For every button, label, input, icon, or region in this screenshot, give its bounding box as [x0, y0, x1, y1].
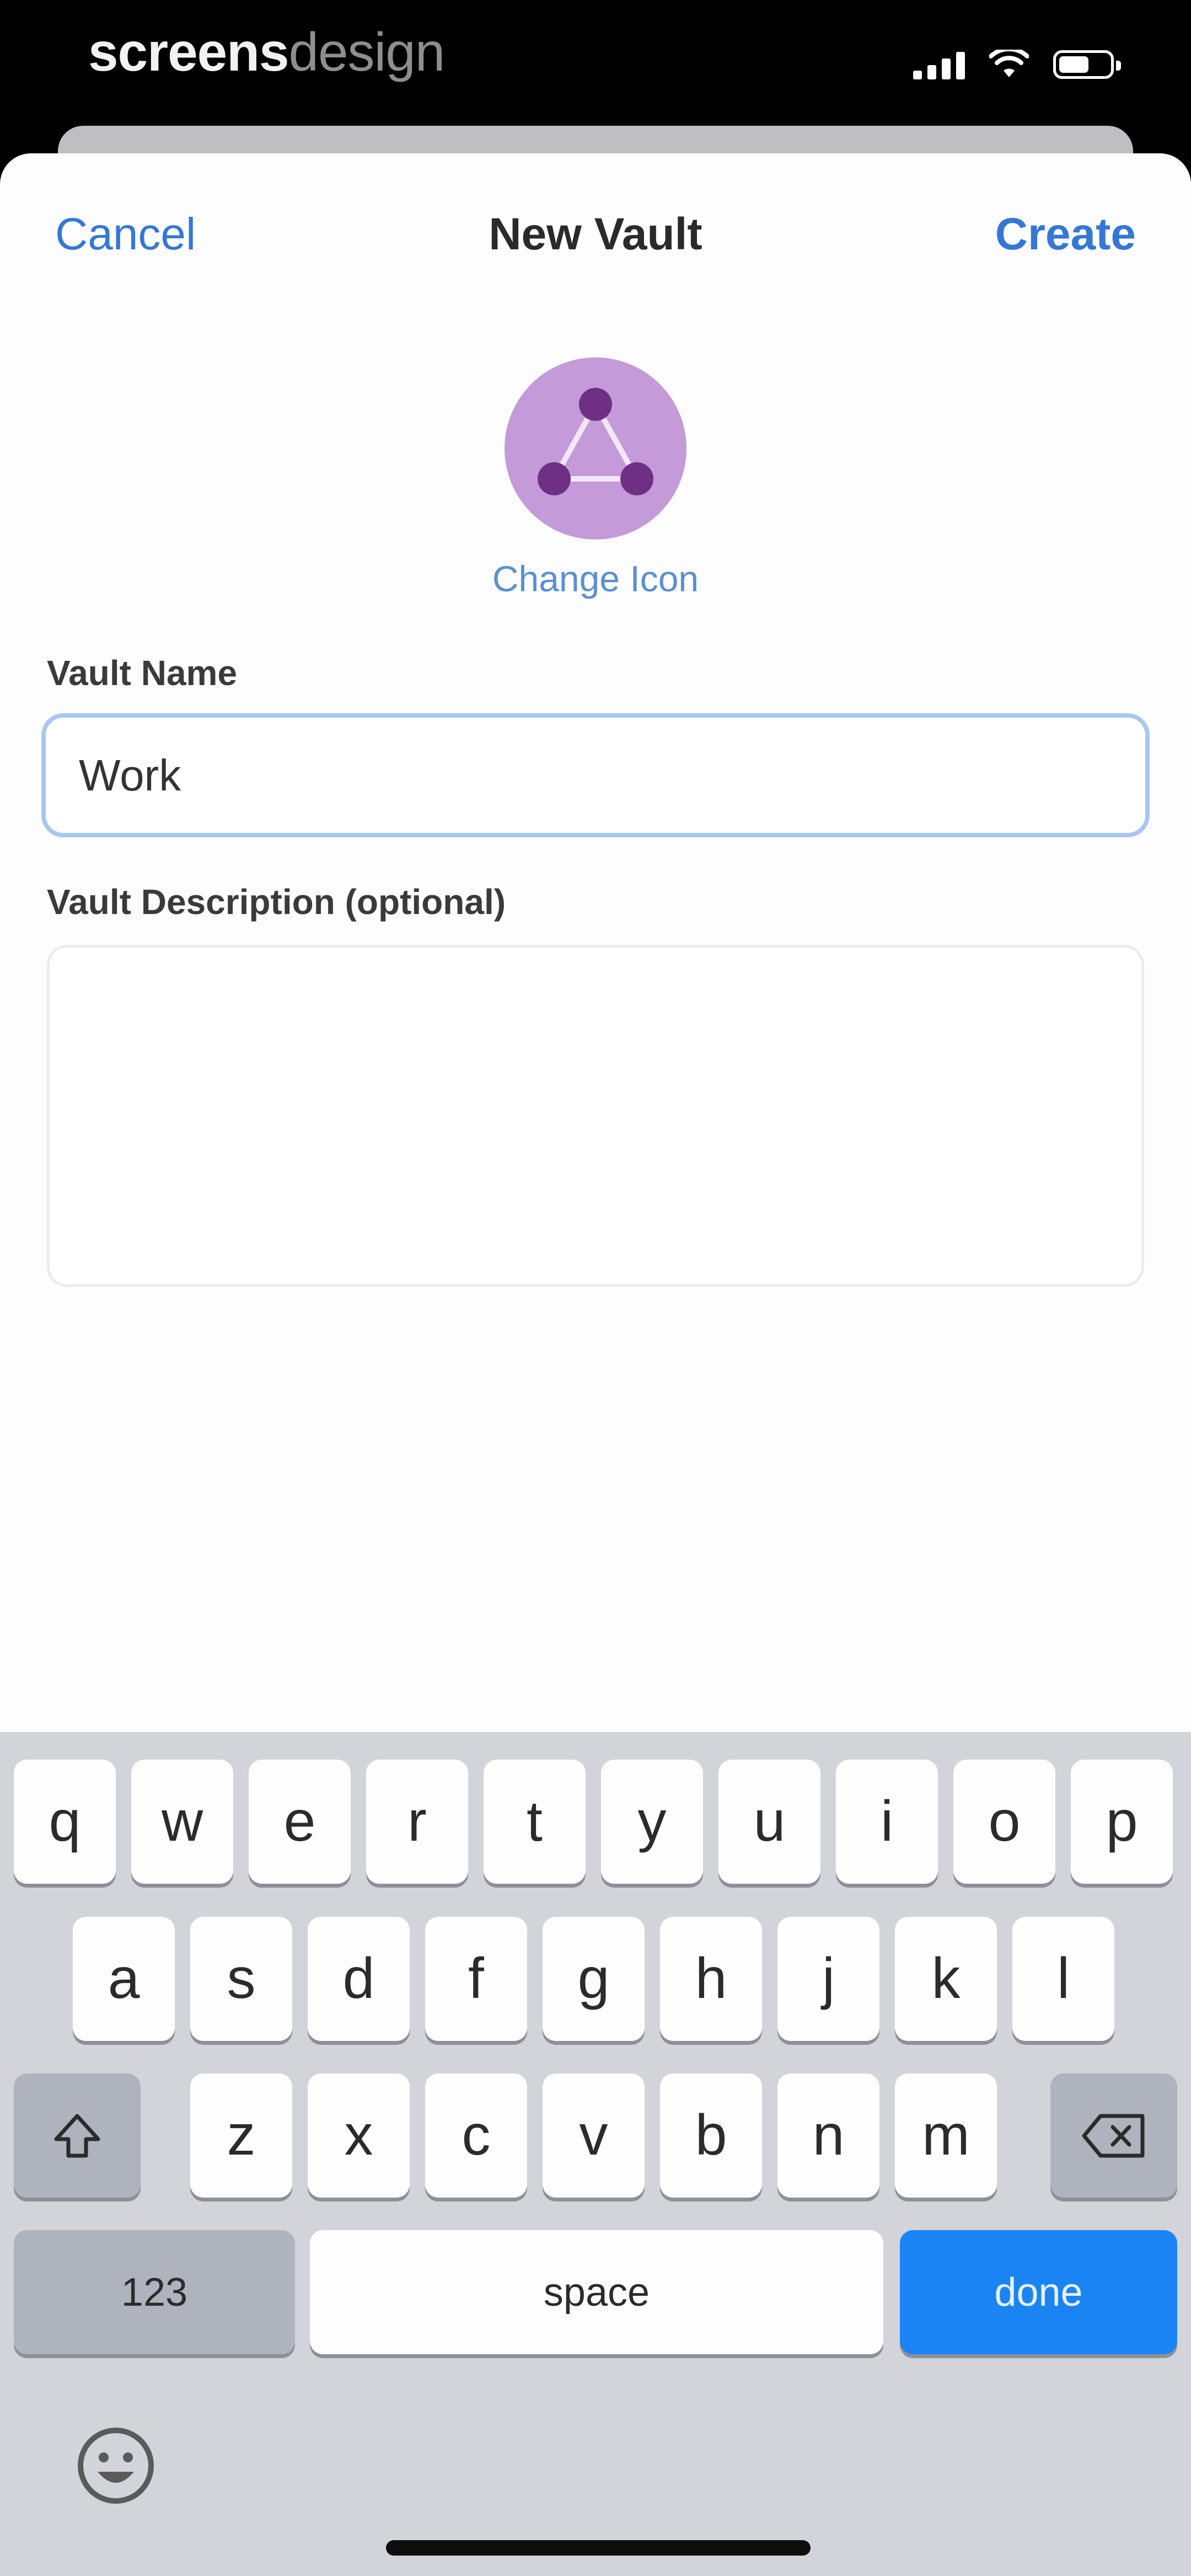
battery-icon [1053, 50, 1121, 79]
key-r[interactable]: r [366, 1760, 468, 1884]
key-d[interactable]: d [308, 1917, 410, 2041]
status-icons [913, 50, 1121, 79]
home-indicator [386, 2540, 811, 2556]
change-icon-button[interactable]: Change Icon [0, 557, 1191, 600]
key-q[interactable]: q [14, 1760, 116, 1884]
key-k[interactable]: k [895, 1917, 997, 2041]
key-b[interactable]: b [660, 2073, 762, 2198]
watermark-logo-light: design [288, 22, 446, 82]
emoji-icon [78, 2428, 154, 2504]
key-x[interactable]: x [308, 2073, 410, 2198]
key-o[interactable]: o [953, 1760, 1055, 1884]
emoji-button[interactable] [74, 2424, 157, 2507]
watermark-logo: screensdesign [88, 21, 446, 83]
key-g[interactable]: g [543, 1917, 645, 2041]
watermark-logo-bold: screens [88, 22, 289, 82]
cellular-signal-icon [913, 50, 965, 79]
key-t[interactable]: t [484, 1760, 586, 1884]
status-bar: screensdesign [0, 0, 1191, 127]
key-i[interactable]: i [836, 1760, 938, 1884]
key-m[interactable]: m [895, 2073, 997, 2198]
key-h[interactable]: h [660, 1917, 762, 2041]
numbers-key[interactable]: 123 [14, 2230, 295, 2354]
key-u[interactable]: u [718, 1760, 820, 1884]
key-l[interactable]: l [1012, 1917, 1114, 2041]
shift-key[interactable] [14, 2073, 141, 2198]
wifi-icon [989, 50, 1029, 77]
battery-level-fill [1059, 56, 1088, 73]
vault-description-label: Vault Description (optional) [47, 882, 506, 922]
vault-name-label: Vault Name [47, 653, 238, 693]
key-y[interactable]: y [601, 1760, 703, 1884]
vault-name-input[interactable] [79, 750, 1112, 801]
key-v[interactable]: v [543, 2073, 645, 2198]
network-triangle-icon [538, 388, 653, 495]
done-key[interactable]: done [900, 2230, 1177, 2354]
backspace-icon [1082, 2114, 1145, 2157]
space-key[interactable]: space [310, 2230, 883, 2354]
key-f[interactable]: f [425, 1917, 527, 2041]
screen: screensdesign Cancel New Vault Create Ch… [0, 0, 1191, 2576]
delete-key[interactable] [1050, 2073, 1177, 2198]
key-a[interactable]: a [73, 1917, 175, 2041]
key-s[interactable]: s [190, 1917, 292, 2041]
key-n[interactable]: n [777, 2073, 879, 2198]
vault-name-field[interactable] [41, 713, 1150, 837]
keyboard: 123 space done qwertyuiop asdfghjkl zxcvbn… [0, 1732, 1191, 2576]
navigation-bar: Cancel New Vault Create [0, 153, 1191, 319]
create-button[interactable]: Create [995, 209, 1136, 260]
vault-icon[interactable] [505, 357, 686, 539]
key-e[interactable]: e [249, 1760, 351, 1884]
key-p[interactable]: p [1071, 1760, 1173, 1884]
key-z[interactable]: z [190, 2073, 292, 2198]
key-c[interactable]: c [425, 2073, 527, 2198]
shift-arrow-icon [54, 2114, 100, 2157]
key-j[interactable]: j [777, 1917, 879, 2041]
key-w[interactable]: w [131, 1760, 233, 1884]
vault-description-input[interactable] [47, 945, 1144, 1287]
